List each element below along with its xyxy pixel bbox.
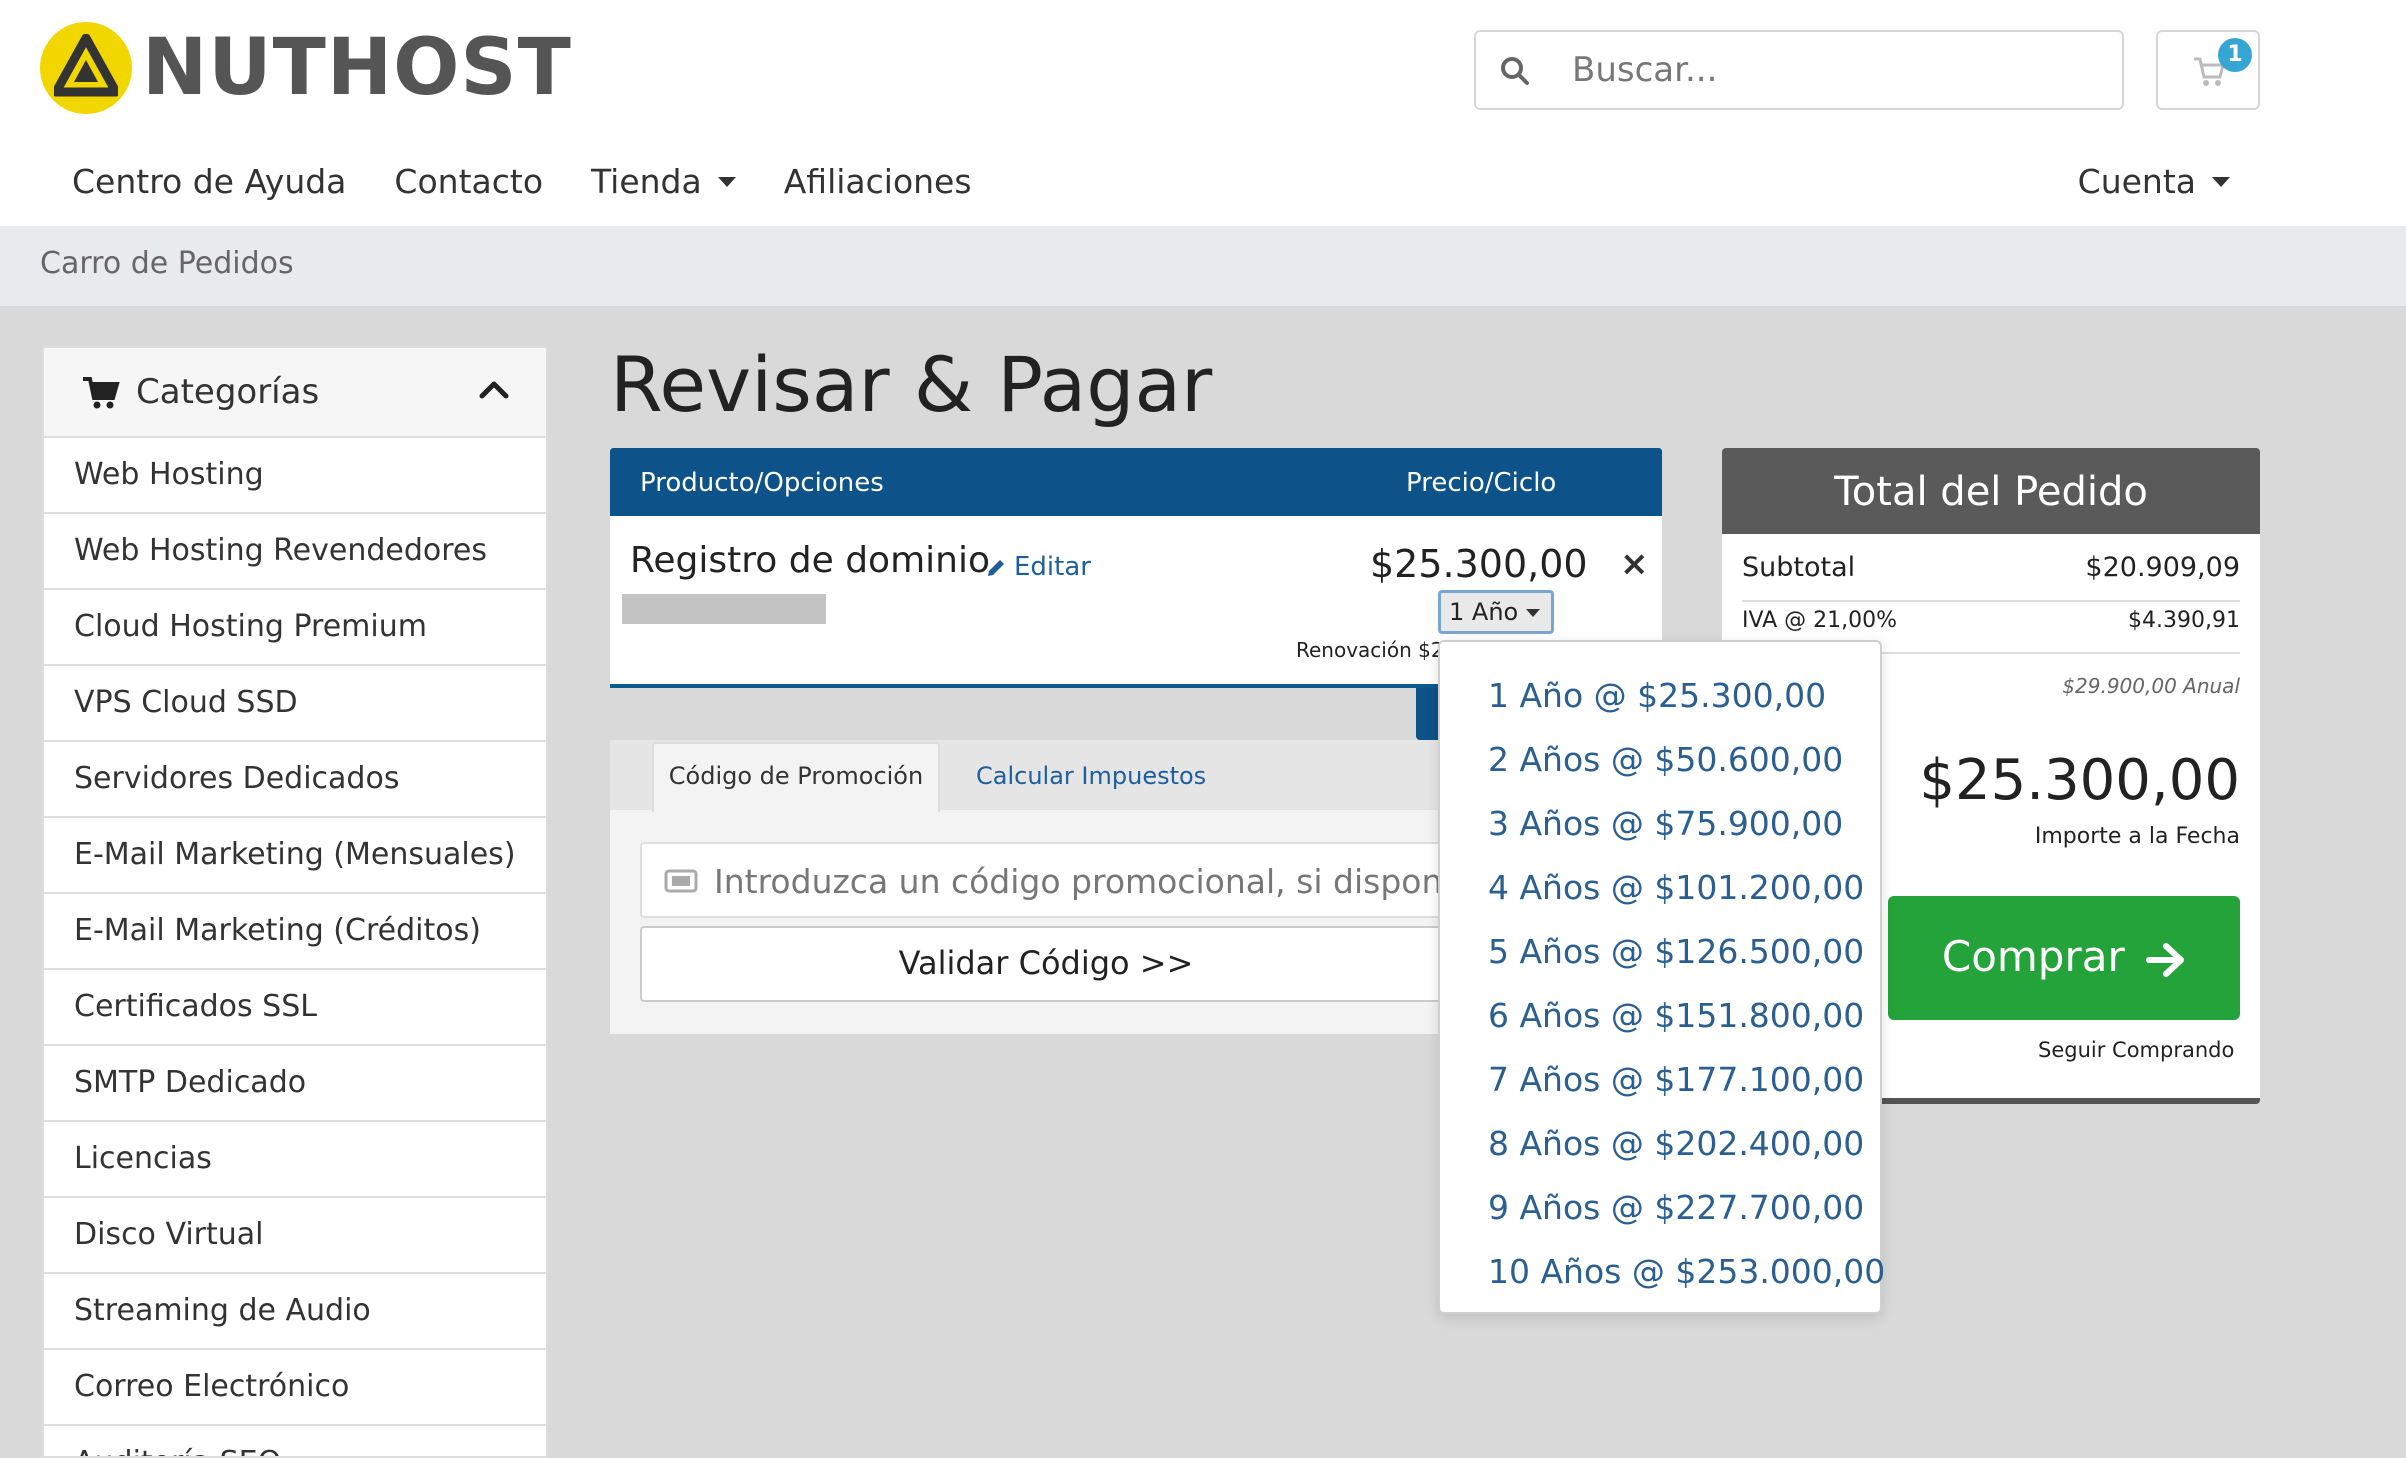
caret-down-icon [717,176,736,187]
cycle-option[interactable]: 3 Años @ $75.900,00 [1440,792,1880,856]
breadcrumb: Carro de Pedidos [40,246,294,281]
nav-item-label: Contacto [394,162,544,201]
logo-text: NUTHOST [142,23,572,113]
logo[interactable]: NUTHOST [40,22,572,114]
sidebar-title: Categorías [136,372,320,412]
cycle-option[interactable]: 2 Años @ $50.600,00 [1440,728,1880,792]
sidebar-item-virtual-disk[interactable]: Disco Virtual [44,1198,546,1274]
sidebar-item-email[interactable]: Correo Electrónico [44,1350,546,1426]
redacted-domain [622,594,826,624]
categories-sidebar: Categorías Web Hosting Web Hosting Reven… [42,346,548,1458]
pencil-icon [988,560,1004,576]
sidebar-item-reseller-hosting[interactable]: Web Hosting Revendedores [44,514,546,590]
subtotal-label: Subtotal [1742,552,1856,583]
validate-code-button[interactable]: Validar Código >> [640,926,1450,1002]
checkout-button[interactable]: Comprar [1888,896,2240,1020]
cycle-option[interactable]: 6 Años @ $151.800,00 [1440,984,1880,1048]
sidebar-item-dedicated-servers[interactable]: Servidores Dedicados [44,742,546,818]
total-due-today: $25.300,00 [1919,748,2240,813]
sidebar-item-email-marketing-credits[interactable]: E-Mail Marketing (Créditos) [44,894,546,970]
nav-item-account[interactable]: Cuenta [2078,162,2230,201]
breadcrumb-bar: Carro de Pedidos [0,226,2406,306]
sidebar-item-audio-streaming[interactable]: Streaming de Audio [44,1274,546,1350]
edit-link[interactable]: Editar [986,552,1091,582]
annual-recurring: $29.900,00 Anual [2062,674,2240,698]
vat-label: IVA @ 21,00% [1742,608,1898,633]
billing-cycle-dropdown: 1 Año @ $25.300,00 2 Años @ $50.600,00 3… [1438,640,1885,1314]
cart-item-name: Registro de dominio [630,540,990,581]
nav-item-label: Afiliaciones [783,162,972,201]
cycle-option[interactable]: 5 Años @ $126.500,00 [1440,920,1880,984]
nav-item-help-center[interactable]: Centro de Ayuda [72,162,346,201]
tab-calculate-taxes[interactable]: Calcular Impuestos [976,742,1206,810]
total-due-label: Importe a la Fecha [2034,824,2240,849]
logo-icon [40,22,132,114]
cycle-option[interactable]: 7 Años @ $177.100,00 [1440,1048,1880,1112]
header: NUTHOST 1 Centro de Ayuda Contacto Tiend… [0,0,2406,226]
search-icon [1500,56,1530,90]
cycle-option[interactable]: 8 Años @ $202.400,00 [1440,1112,1880,1176]
checkout-label: Comprar [1941,932,2125,981]
cart-button[interactable]: 1 [2156,30,2260,110]
sidebar-item-ssl[interactable]: Certificados SSL [44,970,546,1046]
sidebar-item-vps[interactable]: VPS Cloud SSD [44,666,546,742]
sidebar-item-email-marketing-monthly[interactable]: E-Mail Marketing (Mensuales) [44,818,546,894]
search-input[interactable] [1572,34,2102,106]
caret-down-icon [1526,609,1541,617]
subtotal-row: Subtotal $20.909,09 [1742,552,2240,602]
caret-down-icon [2212,176,2230,187]
cycle-option[interactable]: 4 Años @ $101.200,00 [1440,856,1880,920]
edit-label: Editar [1014,552,1091,582]
billing-cycle-value: 1 Año [1449,598,1519,626]
nav-item-label: Cuenta [2077,162,2196,201]
column-header-product: Producto/Opciones [640,468,884,498]
sidebar-item-cloud-hosting[interactable]: Cloud Hosting Premium [44,590,546,666]
sidebar-header[interactable]: Categorías [44,348,546,438]
hidden-button-edge[interactable] [1416,688,1440,740]
nav-item-contact[interactable]: Contacto [394,162,543,201]
sidebar-item-web-hosting[interactable]: Web Hosting [44,438,546,514]
cycle-option[interactable]: 10 Años @ $253.000,00 [1440,1240,1885,1304]
cycle-option[interactable]: 1 Año @ $25.300,00 [1440,664,1880,728]
cart-table-header: Producto/Opciones Precio/Ciclo [610,448,1662,516]
billing-cycle-select[interactable]: 1 Año [1438,590,1554,634]
sidebar-item-licenses[interactable]: Licencias [44,1122,546,1198]
cycle-option[interactable]: 9 Años @ $227.700,00 [1440,1176,1880,1240]
subtotal-value: $20.909,09 [2085,552,2240,583]
arrow-right-icon [2146,942,2185,977]
nav-item-label: Centro de Ayuda [72,162,347,201]
nav-item-affiliates[interactable]: Afiliaciones [784,162,972,201]
sidebar-item-seo-audit[interactable]: Auditoría SEO [44,1426,546,1456]
continue-shopping-link[interactable]: Seguir Comprando [2038,1038,2234,1062]
main-nav: Centro de Ayuda Contacto Tienda Afiliaci… [72,162,972,201]
cart-count-badge: 1 [2218,38,2252,72]
promo-tabs-panel: Código de Promoción Calcular Impuestos V… [610,740,1450,1034]
cart-item-price: $25.300,00 [1370,542,1588,586]
shopping-cart-icon [82,376,120,414]
column-header-price: Precio/Ciclo [1406,468,1557,498]
renewal-text: Renovación $29.900,00 [1296,638,1440,662]
nav-item-store[interactable]: Tienda [591,162,736,201]
page-title: Revisar & Pagar [610,340,1213,429]
promo-code-field [640,842,1450,918]
chevron-up-icon[interactable] [478,378,510,406]
search-box [1474,30,2124,110]
tab-promo-code[interactable]: Código de Promoción [652,742,940,812]
remove-item-icon[interactable]: × [1620,544,1649,584]
sidebar-item-smtp[interactable]: SMTP Dedicado [44,1046,546,1122]
vat-value: $4.390,91 [2128,608,2240,633]
ticket-icon [664,868,698,898]
order-total-title: Total del Pedido [1722,448,2260,534]
nav-item-label: Tienda [591,162,702,201]
promo-code-input[interactable] [714,846,1450,916]
